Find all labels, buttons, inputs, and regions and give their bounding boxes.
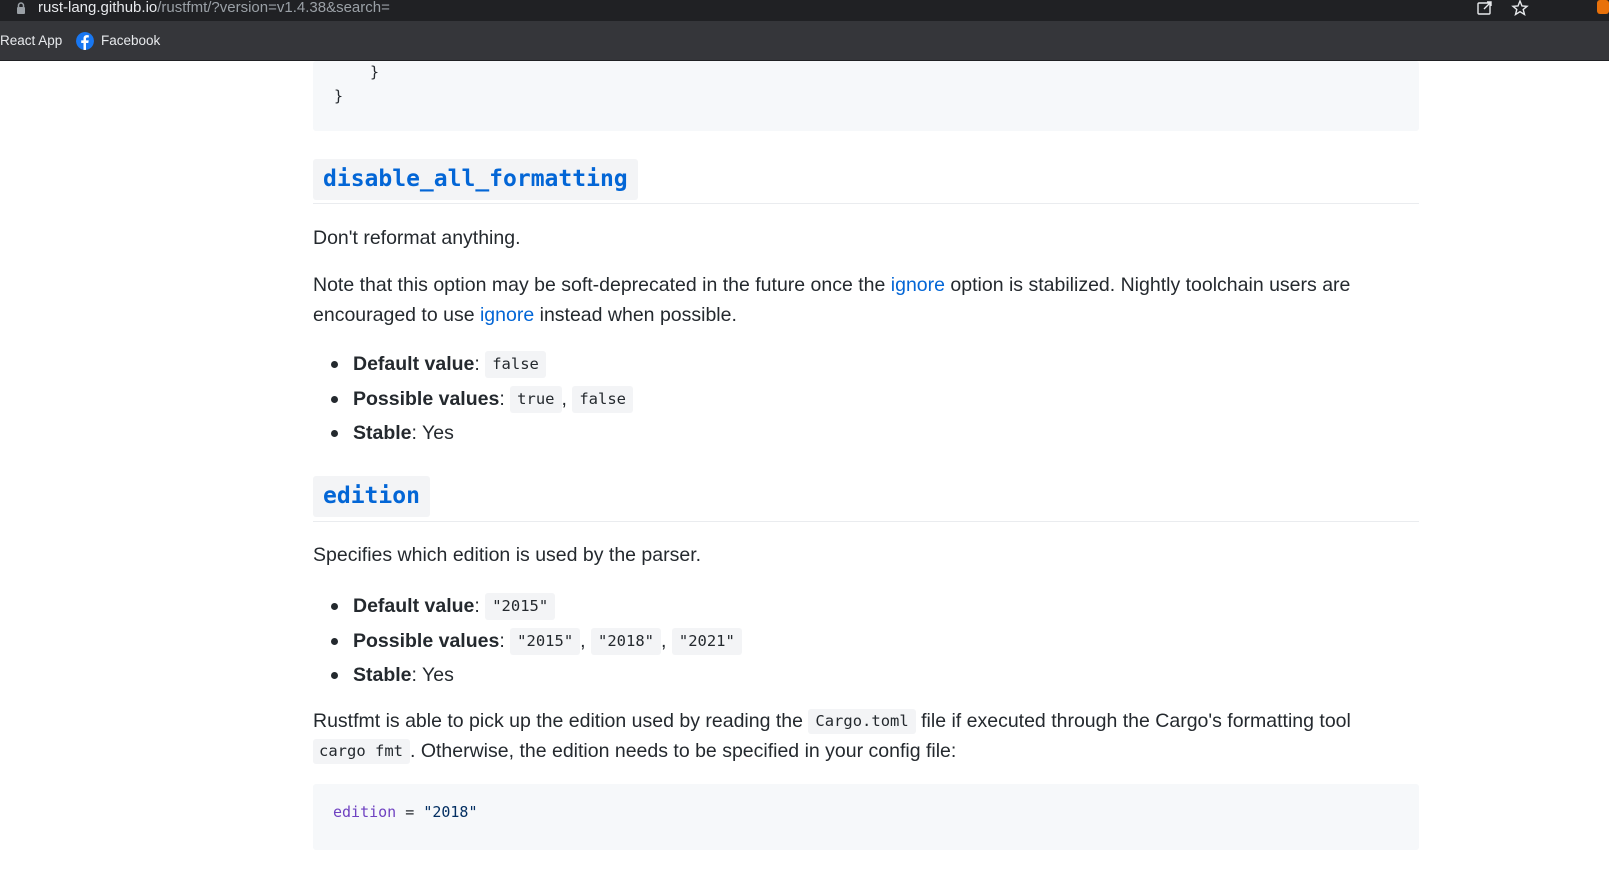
- share-icon[interactable]: [1476, 0, 1494, 16]
- property-value: Yes: [422, 664, 454, 686]
- option-note: Note that this option may be soft-deprec…: [313, 271, 1419, 330]
- note-text: Note that this option may be soft-deprec…: [313, 274, 891, 296]
- note-text: instead when possible.: [534, 303, 737, 326]
- code-token-key: edition: [333, 803, 397, 821]
- option-description: Don't reformat anything.: [313, 227, 521, 249]
- code-block-config-example: edition = "2018": [313, 784, 1419, 850]
- browser-chrome: rust-lang.github.io/rustfmt/?version=v1.…: [0, 0, 1609, 61]
- bookmark-facebook[interactable]: Facebook: [101, 31, 160, 51]
- code-line: }: [334, 87, 344, 105]
- anchor-edition[interactable]: edition: [313, 476, 430, 517]
- extension-icon[interactable]: [1597, 0, 1609, 16]
- option-properties: Default value: "2015" Possible values: "…: [313, 589, 1419, 693]
- code-line: edition = "2018": [333, 803, 478, 821]
- list-item: Default value: false: [313, 347, 1419, 382]
- edition-explanation: Rustfmt is able to pick up the edition u…: [313, 707, 1419, 766]
- property-label: Stable: [353, 422, 412, 444]
- inline-code: "2015": [485, 593, 556, 621]
- url-path: /rustfmt/?version=v1.4.38&search=: [157, 0, 390, 16]
- ignore-link[interactable]: ignore: [480, 304, 534, 326]
- list-item: Stable: Yes: [313, 658, 1419, 693]
- explanation-text: Rustfmt is able to pick up the edition u…: [313, 710, 809, 732]
- property-value: Yes: [422, 422, 454, 444]
- code-block-previous: } }: [313, 61, 1419, 131]
- option-description: Specifies which edition is used by the p…: [313, 544, 702, 566]
- code-token-string: "2018": [423, 803, 478, 821]
- explanation-text: . Otherwise, the edition needs to be spe…: [410, 739, 957, 762]
- property-label: Possible values: [353, 629, 500, 652]
- lock-icon[interactable]: [14, 1, 28, 15]
- bookmark-react-app[interactable]: React App: [0, 31, 62, 51]
- url-text[interactable]: rust-lang.github.io/rustfmt/?version=v1.…: [38, 0, 390, 16]
- bookmarks-bar: React App Facebook: [0, 21, 1609, 60]
- list-item: Stable: Yes: [313, 416, 1419, 451]
- property-label: Default value: [353, 353, 475, 375]
- property-label: Stable: [353, 664, 412, 686]
- inline-code: Cargo.toml: [808, 709, 916, 735]
- list-item: Possible values: true, false: [313, 382, 1419, 417]
- address-bar[interactable]: rust-lang.github.io/rustfmt/?version=v1.…: [0, 0, 1609, 21]
- list-item: Default value: "2015": [313, 589, 1419, 624]
- inline-code: true: [510, 385, 562, 413]
- heading-disable-all-formatting: disable_all_formatting: [313, 159, 638, 201]
- url-host: rust-lang.github.io: [38, 0, 158, 16]
- explanation-text: file if executed through the Cargo's for…: [915, 710, 1351, 732]
- inline-code: false: [485, 351, 546, 379]
- property-label: Possible values: [353, 387, 500, 410]
- star-icon[interactable]: [1511, 0, 1529, 16]
- inline-code: "2021": [671, 627, 742, 655]
- inline-code: "2015": [510, 627, 581, 655]
- list-item: Possible values: "2015", "2018", "2021": [313, 624, 1419, 659]
- heading-divider: [313, 521, 1419, 522]
- facebook-icon: [76, 32, 94, 50]
- ignore-link[interactable]: ignore: [891, 274, 945, 296]
- heading-divider: [313, 203, 1419, 204]
- property-label: Default value: [353, 595, 475, 617]
- heading-edition: edition: [313, 476, 430, 518]
- inline-code: cargo fmt: [313, 738, 410, 764]
- code-token-op: =: [396, 803, 424, 821]
- code-line: }: [370, 63, 380, 81]
- inline-code: "2018": [591, 627, 662, 655]
- anchor-disable-all-formatting[interactable]: disable_all_formatting: [313, 159, 638, 200]
- option-properties: Default value: false Possible values: tr…: [313, 347, 1419, 451]
- inline-code: false: [572, 385, 634, 413]
